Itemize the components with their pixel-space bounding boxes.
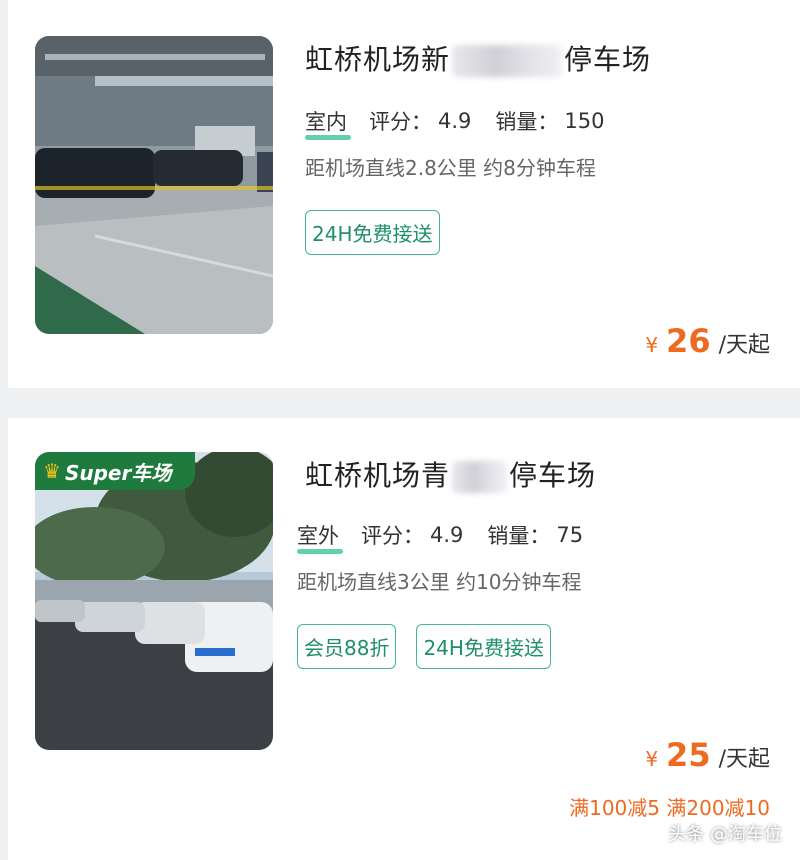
rating-label: 评分： xyxy=(369,110,432,134)
shuttle-tag: 24H免费接送 xyxy=(305,210,440,255)
parking-lot-photo xyxy=(35,36,273,334)
price-value: 26 xyxy=(666,322,711,360)
service-tags: 24H免费接送 xyxy=(305,210,440,255)
sales-label: 销量： xyxy=(487,524,551,548)
distance-text: 距机场直线3公里 约10分钟车程 xyxy=(297,570,582,594)
price-unit: /天起 xyxy=(718,747,770,772)
environment-tag: 室外 xyxy=(297,520,343,554)
price-value: 25 xyxy=(666,736,711,774)
price-unit: /天起 xyxy=(718,333,770,358)
sales-value: 75 xyxy=(556,523,584,547)
shuttle-tag: 24H免费接送 xyxy=(416,624,551,669)
currency-symbol: ¥ xyxy=(645,333,659,357)
parking-lot-photo: ♛ Super车场 xyxy=(35,452,273,750)
parking-listing-card[interactable]: 虹桥机场新 停车场 室内 评分： 4.9 销量： 150 距机场直线2.8公里 约… xyxy=(8,0,800,388)
title-suffix: 停车场 xyxy=(564,43,652,76)
title-prefix: 虹桥机场新 xyxy=(305,43,451,76)
distance-text: 距机场直线2.8公里 约8分钟车程 xyxy=(305,156,596,180)
title-suffix: 停车场 xyxy=(509,459,597,492)
listing-meta: 室内 评分： 4.9 销量： 150 xyxy=(305,106,629,140)
rating-label: 评分： xyxy=(361,524,424,548)
listing-meta: 室外 评分： 4.9 销量： 75 xyxy=(297,520,607,554)
title-prefix: 虹桥机场青 xyxy=(305,459,451,492)
rating-value: 4.9 xyxy=(430,523,464,547)
promo-text: 满100减5 满200减10 xyxy=(569,796,770,820)
price: ¥ 25 /天起 xyxy=(645,736,770,774)
parking-lot-name: 虹桥机场青 停车场 xyxy=(305,454,596,494)
watermark: 头条 @淘车位 xyxy=(668,824,782,845)
redacted-blur xyxy=(452,45,563,77)
crown-icon: ♛ xyxy=(43,459,61,483)
member-discount-tag: 会员88折 xyxy=(297,624,397,669)
price: ¥ 26 /天起 xyxy=(645,322,770,360)
service-tags: 会员88折 24H免费接送 xyxy=(297,624,551,669)
parking-lot-name: 虹桥机场新 停车场 xyxy=(305,38,651,78)
badge-label: Super车场 xyxy=(64,460,172,485)
sales-value: 150 xyxy=(564,109,605,133)
super-lot-badge: ♛ Super车场 xyxy=(35,452,195,490)
rating-value: 4.9 xyxy=(438,109,472,133)
sales-label: 销量： xyxy=(495,110,559,134)
redacted-blur xyxy=(452,461,508,493)
environment-tag: 室内 xyxy=(305,106,351,140)
currency-symbol: ¥ xyxy=(645,747,659,771)
